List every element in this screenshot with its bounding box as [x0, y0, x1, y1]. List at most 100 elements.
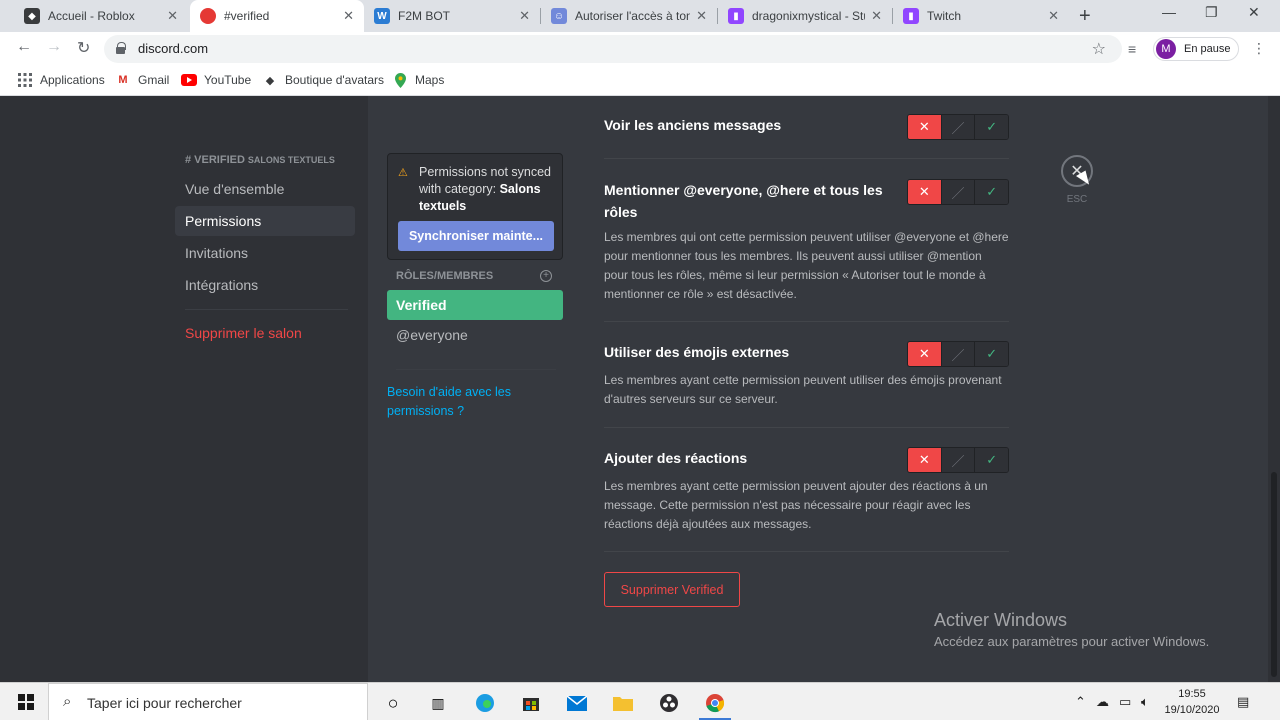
windows-start-icon[interactable] [18, 694, 34, 710]
chrome-icon[interactable] [703, 691, 727, 715]
help-permissions-link[interactable]: Besoin d'aide avec les permissions ? [387, 383, 537, 421]
search-icon: ⌕ [63, 693, 72, 710]
add-role-icon[interactable]: + [540, 270, 552, 282]
youtube-icon [181, 72, 197, 88]
permission-toggle[interactable]: ✕ ／ ✓ [907, 114, 1009, 140]
bookmark-boutique[interactable]: ◆ Boutique d'avatars [262, 72, 384, 88]
network-icon[interactable]: ▭ [1119, 694, 1131, 710]
url-text[interactable]: discord.com [138, 41, 208, 56]
tab-verified[interactable]: #verified ✕ [190, 0, 364, 32]
discord-icon: ☺ [551, 8, 567, 24]
chevron-up-icon[interactable]: ⌃ [1075, 694, 1086, 710]
delete-channel-button[interactable]: Supprimer le salon [175, 318, 355, 348]
neutral-slash-icon[interactable]: ／ [940, 448, 976, 472]
task-view-icon[interactable]: ▥ [426, 691, 450, 715]
permission-description: Les membres qui ont cette permission peu… [604, 230, 1009, 301]
allow-check-icon[interactable]: ✓ [975, 342, 1008, 366]
bookmark-youtube[interactable]: YouTube [181, 72, 251, 88]
tab-f2m-bot[interactable]: W F2M BOT ✕ [364, 0, 540, 32]
tab-twitch[interactable]: ▮ Twitch ✕ [893, 0, 1069, 32]
neutral-slash-icon[interactable]: ／ [940, 180, 976, 204]
deny-x-icon[interactable]: ✕ [908, 448, 941, 472]
allow-check-icon[interactable]: ✓ [975, 448, 1008, 472]
sync-notice: ⚠ Permissions not synced with category: … [387, 153, 563, 260]
permission-description: Les membres ayant cette permission peuve… [604, 373, 1002, 406]
deny-x-icon[interactable]: ✕ [908, 115, 941, 139]
deny-x-icon[interactable]: ✕ [908, 180, 941, 204]
permission-title: Voir les anciens messages [604, 117, 782, 133]
divider [604, 427, 1009, 428]
avatar: M [1156, 39, 1176, 59]
volume-icon[interactable]: 🔈︎ [1141, 694, 1149, 710]
allow-check-icon[interactable]: ✓ [975, 180, 1008, 204]
roblox-icon: ◆ [24, 8, 40, 24]
activation-watermark-subtitle: Accédez aux paramètres pour activer Wind… [934, 634, 1210, 649]
permission-toggle[interactable]: ✕ ／ ✓ [907, 447, 1009, 473]
tab-dragonixmystical[interactable]: ▮ dragonixmystical - Stud ✕ [718, 0, 892, 32]
cortana-circle-icon[interactable]: ○ [381, 691, 405, 715]
minimize-icon[interactable]: — [1162, 4, 1176, 20]
nav-invites[interactable]: Invitations [175, 238, 355, 268]
bookmark-gmail[interactable]: M Gmail [115, 72, 169, 88]
bookmark-star-icon[interactable]: ☆ [1092, 39, 1106, 59]
allow-check-icon[interactable]: ✓ [975, 115, 1008, 139]
lock-icon [116, 42, 126, 54]
delete-role-button[interactable]: Supprimer Verified [604, 572, 740, 607]
nav-integrations[interactable]: Intégrations [175, 270, 355, 300]
windows-taskbar: ⌕ Taper ici pour rechercher ○ ▥ ⌃ ☁ ▭ 🔈︎… [0, 682, 1280, 720]
role-everyone[interactable]: @everyone [387, 320, 563, 350]
sync-now-button[interactable]: Synchroniser mainte... [398, 221, 554, 251]
store-icon[interactable] [519, 691, 543, 715]
permission-toggle[interactable]: ✕ ／ ✓ [907, 341, 1009, 367]
notification-icon[interactable]: ▤ [1237, 694, 1249, 710]
tab-roblox[interactable]: ◆ Accueil - Roblox ✕ [14, 0, 188, 32]
profile-chip[interactable]: M En pause [1153, 37, 1239, 61]
twitch-icon: ▮ [903, 8, 919, 24]
back-arrow-icon[interactable]: ← [16, 38, 32, 56]
mail-icon[interactable] [565, 691, 589, 715]
roles-header: RÔLES/MEMBRES [396, 270, 494, 282]
gmail-icon: M [118, 74, 128, 86]
restore-icon[interactable]: ❐ [1205, 4, 1218, 21]
channel-header: # VERIFIED SALONS TEXTUELS [185, 154, 335, 166]
media-control-icon[interactable]: ≡ [1128, 41, 1136, 57]
taskbar-clock[interactable]: 19:55 19/10/2020 [1162, 686, 1222, 718]
close-tab-icon[interactable]: ✕ [519, 8, 530, 24]
neutral-slash-icon[interactable]: ／ [940, 115, 976, 139]
edge-icon[interactable] [473, 691, 497, 715]
bookmark-maps[interactable]: Maps [392, 72, 444, 88]
permission-toggle[interactable]: ✕ ／ ✓ [907, 179, 1009, 205]
bookmark-applications[interactable]: Applications [17, 72, 105, 88]
divider [604, 321, 1009, 322]
permission-description: Les membres ayant cette permission peuve… [604, 479, 988, 531]
scrollbar-thumb[interactable] [1271, 472, 1277, 677]
neutral-slash-icon[interactable]: ／ [940, 342, 976, 366]
close-tab-icon[interactable]: ✕ [696, 8, 707, 24]
menu-dots-icon[interactable]: ⋮ [1252, 40, 1266, 57]
obs-icon[interactable] [657, 691, 681, 715]
activation-watermark-title: Activer Windows [934, 610, 1068, 630]
nav-permissions[interactable]: Permissions [175, 206, 355, 236]
tab-autoriser[interactable]: ☺ Autoriser l'accès à ton ✕ [541, 0, 717, 32]
divider [604, 551, 1009, 552]
word-icon: W [374, 8, 390, 24]
new-tab-icon[interactable]: + [1079, 5, 1091, 28]
warning-icon: ⚠ [398, 167, 408, 179]
close-tab-icon[interactable]: ✕ [871, 8, 882, 24]
browser-toolbar: ← → ↻ discord.com ☆ ≡ ⋮ [0, 32, 1280, 66]
close-tab-icon[interactable]: ✕ [343, 8, 354, 24]
roblox-icon: ◆ [265, 74, 275, 87]
taskbar-search[interactable]: ⌕ Taper ici pour rechercher [48, 683, 368, 720]
close-tab-icon[interactable]: ✕ [1048, 8, 1059, 24]
address-bar[interactable]: discord.com ☆ [104, 35, 1122, 63]
close-tab-icon[interactable]: ✕ [167, 8, 178, 24]
deny-x-icon[interactable]: ✕ [908, 342, 941, 366]
reload-icon[interactable]: ↻ [77, 38, 90, 58]
file-explorer-icon[interactable] [611, 691, 635, 715]
nav-overview[interactable]: Vue d'ensemble [175, 174, 355, 204]
window-close-icon[interactable]: ✕ [1248, 4, 1260, 21]
permission-title: Ajouter des réactions [604, 450, 748, 466]
onedrive-cloud-icon[interactable]: ☁ [1096, 694, 1109, 710]
forward-arrow-icon[interactable]: → [46, 38, 62, 56]
role-verified[interactable]: Verified [387, 290, 563, 320]
